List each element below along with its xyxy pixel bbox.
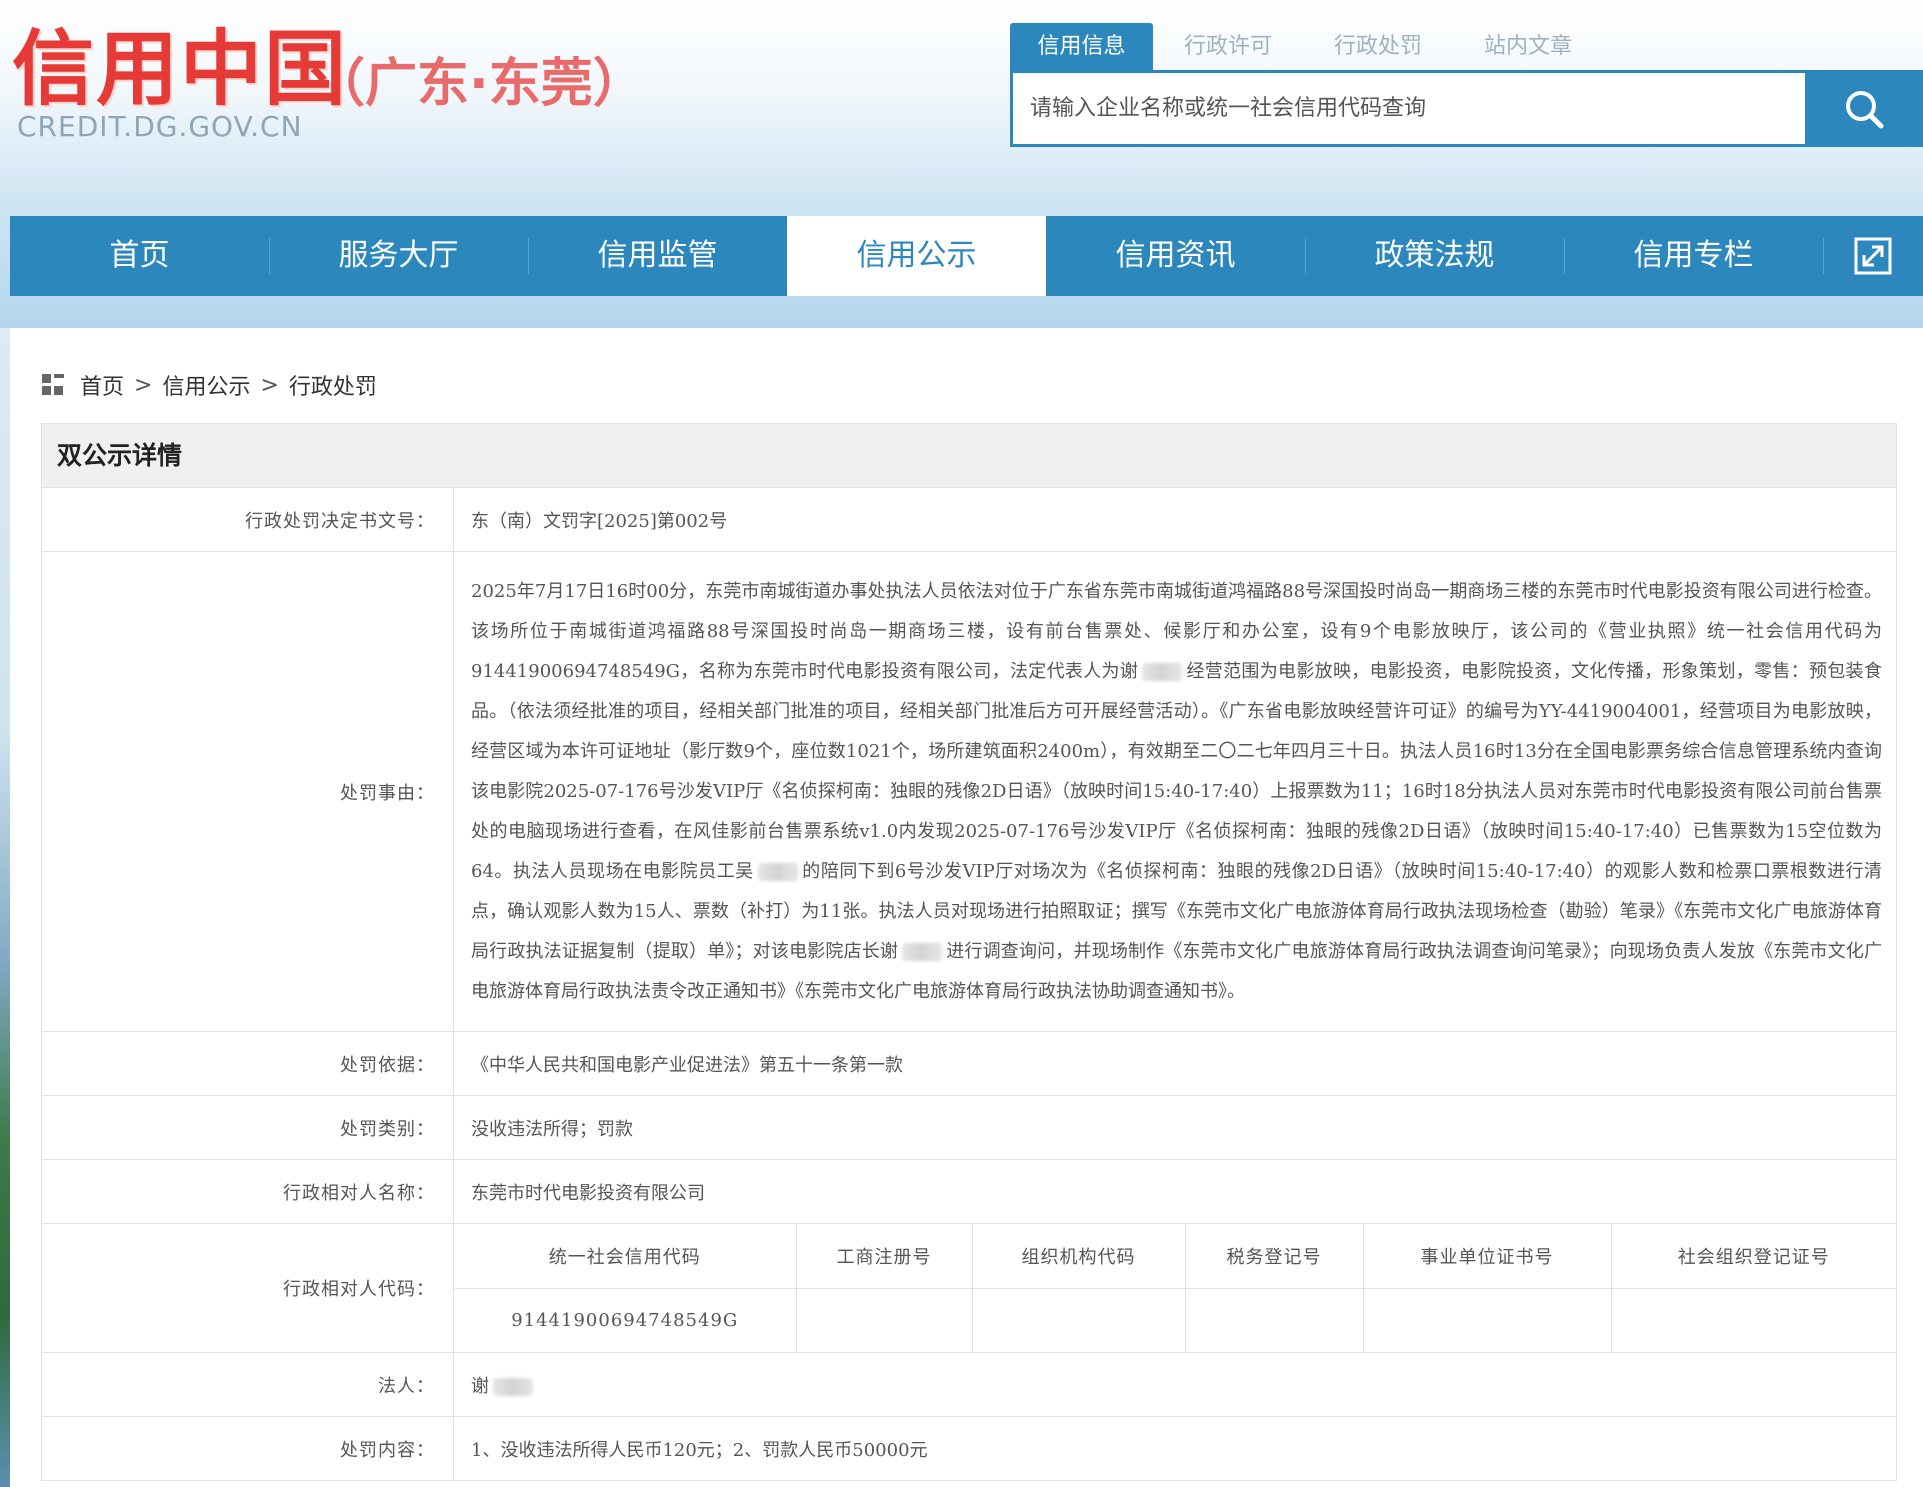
code-header-social-org-reg: 社会组织登记证号 [1611, 1224, 1896, 1289]
decision-number-value: 东（南）文罚字[2025]第002号 [453, 487, 1897, 552]
search-button[interactable] [1805, 70, 1923, 147]
search-tab-credit-info[interactable]: 信用信息 [1010, 23, 1153, 70]
code-header-tax-reg: 税务登记号 [1185, 1224, 1364, 1289]
code-header-uscc: 统一社会信用代码 [454, 1224, 797, 1289]
category-label: 处罚类别： [41, 1095, 454, 1160]
nav-expand-button[interactable] [1823, 216, 1923, 296]
table-row: 法人： 谢 [41, 1352, 1897, 1417]
code-header-org-code: 组织机构代码 [972, 1224, 1186, 1289]
party-name-label: 行政相对人名称： [41, 1159, 454, 1224]
legal-person-value: 谢 [453, 1352, 1897, 1417]
nav-home[interactable]: 首页 [10, 216, 269, 296]
penalty-content-label: 处罚内容： [41, 1416, 454, 1481]
party-code-label: 行政相对人代码： [41, 1223, 454, 1353]
code-value-org-code [972, 1288, 1186, 1352]
content-panel: 首页 > 信用公示 > 行政处罚 双公示详情 行政处罚决定书文号： 东（南）文罚… [10, 328, 1923, 1487]
site-logo[interactable]: 信用中国 [12, 24, 348, 116]
table-row: 行政处罚决定书文号： 东（南）文罚字[2025]第002号 [41, 487, 1897, 552]
breadcrumb-credit-disclosure[interactable]: 信用公示 [162, 369, 250, 401]
code-value-institution-cert [1363, 1288, 1612, 1352]
nav-credit-supervision[interactable]: 信用监管 [528, 216, 787, 296]
table-row: 处罚类别： 没收违法所得；罚款 [41, 1095, 1897, 1160]
redacted-text [757, 862, 798, 881]
table-row: 处罚内容： 1、没收违法所得人民币120元；2、罚款人民币50000元 [41, 1416, 1897, 1481]
redacted-text [902, 942, 943, 961]
nav-policy-law[interactable]: 政策法规 [1305, 216, 1564, 296]
breadcrumb-home[interactable]: 首页 [80, 369, 124, 401]
code-value-tax-reg [1185, 1288, 1364, 1352]
search-tabs: 信用信息 行政许可 行政处罚 站内文章 [1010, 23, 1603, 70]
breadcrumb: 首页 > 信用公示 > 行政处罚 [42, 370, 377, 400]
penalty-content-value: 1、没收违法所得人民币120元；2、罚款人民币50000元 [453, 1416, 1897, 1481]
table-row: 行政相对人代码： 统一社会信用代码 工商注册号 组织机构代码 税务登记号 事业单… [41, 1223, 1897, 1353]
party-name-value: 东莞市时代电影投资有限公司 [453, 1159, 1897, 1224]
party-code-table: 统一社会信用代码 工商注册号 组织机构代码 税务登记号 事业单位证书号 社会组织… [454, 1224, 1896, 1352]
search-box [1010, 70, 1805, 147]
reason-label: 处罚事由： [41, 551, 454, 1032]
code-value-uscc: 91441900694748549G [454, 1288, 797, 1352]
search-tab-admin-license[interactable]: 行政许可 [1153, 23, 1303, 70]
legal-person-label: 法人： [41, 1352, 454, 1417]
table-row: 处罚依据： 《中华人民共和国电影产业促进法》第五十一条第一款 [41, 1031, 1897, 1096]
reason-text-part: 经营范围为电影放映，电影投资，电影院投资，文化传播，形象策划，零售：预包装食品。… [471, 660, 1882, 882]
basis-label: 处罚依据： [41, 1031, 454, 1096]
expand-icon [1854, 237, 1892, 275]
breadcrumb-separator: > [260, 372, 279, 398]
search-tab-admin-penalty[interactable]: 行政处罚 [1303, 23, 1453, 70]
redacted-text [1142, 662, 1183, 681]
legal-person-name: 谢 [471, 1375, 489, 1397]
code-value-social-org-reg [1611, 1288, 1896, 1352]
redacted-text [493, 1377, 533, 1396]
decision-number-label: 行政处罚决定书文号： [41, 487, 454, 552]
search-input[interactable] [1013, 73, 1805, 144]
breadcrumb-separator: > [134, 372, 153, 398]
search-icon [1846, 90, 1884, 128]
nav-credit-news[interactable]: 信用资讯 [1046, 216, 1305, 296]
code-header-institution-cert: 事业单位证书号 [1363, 1224, 1612, 1289]
logo-region: （广东·东莞） [313, 54, 645, 114]
table-row: 处罚事由： 2025年7月17日16时00分，东莞市南城街道办事处执法人员依法对… [41, 551, 1897, 1032]
nav-credit-column[interactable]: 信用专栏 [1564, 216, 1823, 296]
search-tab-site-articles[interactable]: 站内文章 [1453, 23, 1603, 70]
party-code-cell: 统一社会信用代码 工商注册号 组织机构代码 税务登记号 事业单位证书号 社会组织… [453, 1223, 1897, 1353]
section-title: 双公示详情 [41, 423, 1897, 487]
grid-icon [42, 374, 64, 396]
breadcrumb-admin-penalty[interactable]: 行政处罚 [289, 369, 377, 401]
code-header-row: 统一社会信用代码 工商注册号 组织机构代码 税务登记号 事业单位证书号 社会组织… [454, 1224, 1896, 1289]
code-value-business-reg [796, 1288, 973, 1352]
basis-value: 《中华人民共和国电影产业促进法》第五十一条第一款 [453, 1031, 1897, 1096]
code-value-row: 91441900694748549G [454, 1288, 1896, 1352]
code-header-business-reg: 工商注册号 [796, 1224, 973, 1289]
nav-service-hall[interactable]: 服务大厅 [269, 216, 528, 296]
logo-url: CREDIT.DG.GOV.CN [17, 110, 303, 143]
main-nav: 首页 服务大厅 信用监管 信用公示 信用资讯 政策法规 信用专栏 [10, 216, 1923, 296]
penalty-detail-table: 行政处罚决定书文号： 东（南）文罚字[2025]第002号 处罚事由： 2025… [41, 487, 1897, 1481]
nav-credit-disclosure[interactable]: 信用公示 [787, 216, 1046, 296]
table-row: 行政相对人名称： 东莞市时代电影投资有限公司 [41, 1159, 1897, 1224]
reason-value: 2025年7月17日16时00分，东莞市南城街道办事处执法人员依法对位于广东省东… [453, 551, 1897, 1032]
category-value: 没收违法所得；罚款 [453, 1095, 1897, 1160]
